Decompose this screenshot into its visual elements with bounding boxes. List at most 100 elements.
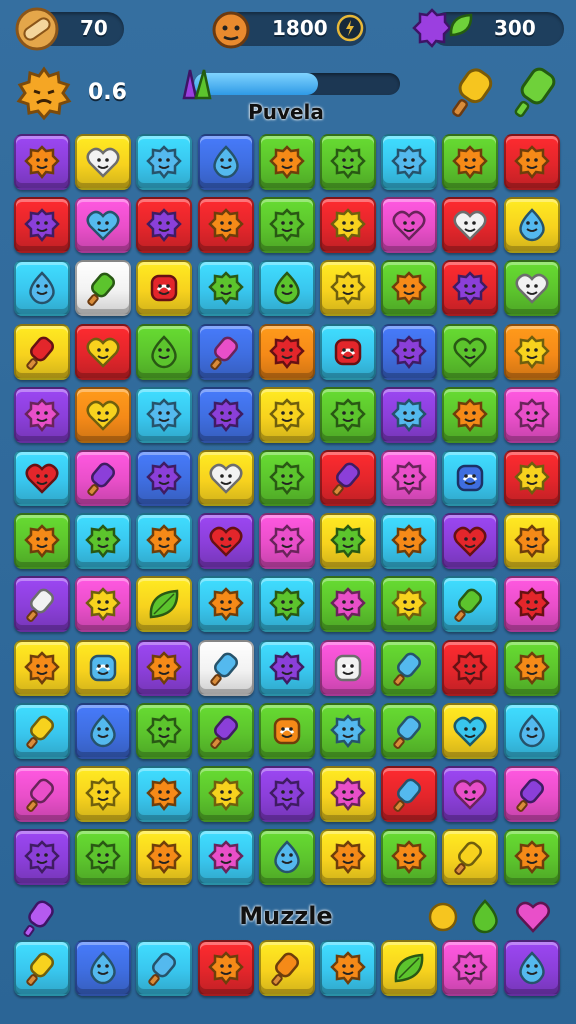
board-tile[interactable]	[504, 513, 560, 569]
board-tile[interactable]	[14, 387, 70, 443]
board-tile[interactable]	[320, 450, 376, 506]
board-tile-tray[interactable]	[381, 940, 437, 996]
board-tile[interactable]	[75, 513, 131, 569]
board-tile[interactable]	[504, 197, 560, 253]
board-tile[interactable]	[198, 640, 254, 696]
green-drop-icon[interactable]	[468, 898, 502, 934]
board-tile[interactable]	[14, 134, 70, 190]
board-tile-tray[interactable]	[259, 940, 315, 996]
board-tile[interactable]	[259, 324, 315, 380]
board-tile[interactable]	[14, 576, 70, 632]
board-tile-tray[interactable]	[198, 940, 254, 996]
board-tile[interactable]	[198, 829, 254, 885]
board-tile-tray[interactable]	[136, 940, 192, 996]
board-tile[interactable]	[381, 324, 437, 380]
board-tile-tray[interactable]	[75, 940, 131, 996]
board-tile[interactable]	[442, 260, 498, 316]
board-tile[interactable]	[320, 324, 376, 380]
board-tile[interactable]	[198, 134, 254, 190]
board-tile[interactable]	[442, 640, 498, 696]
board-tile-tray[interactable]	[504, 940, 560, 996]
board-tile[interactable]	[442, 766, 498, 822]
board-tile[interactable]	[381, 766, 437, 822]
board-tile[interactable]	[75, 766, 131, 822]
board-tile[interactable]	[259, 197, 315, 253]
board-tile[interactable]	[75, 197, 131, 253]
board-tile-tray[interactable]	[442, 940, 498, 996]
board-tile[interactable]	[198, 576, 254, 632]
board-tile[interactable]	[198, 324, 254, 380]
board-tile[interactable]	[136, 513, 192, 569]
board-tile[interactable]	[136, 829, 192, 885]
board-tile[interactable]	[198, 387, 254, 443]
board-tile[interactable]	[14, 197, 70, 253]
board-tile[interactable]	[320, 703, 376, 759]
board-tile[interactable]	[504, 576, 560, 632]
board-tile[interactable]	[442, 450, 498, 506]
board-tile[interactable]	[136, 576, 192, 632]
board-tile[interactable]	[14, 766, 70, 822]
board-tile[interactable]	[259, 260, 315, 316]
board-tile[interactable]	[75, 640, 131, 696]
board-tile[interactable]	[75, 134, 131, 190]
board-tile-tray[interactable]	[320, 940, 376, 996]
board-tile[interactable]	[259, 829, 315, 885]
board-tile[interactable]	[198, 766, 254, 822]
board-tile[interactable]	[259, 134, 315, 190]
board-tile[interactable]	[504, 260, 560, 316]
board-tile[interactable]	[320, 766, 376, 822]
board-tile[interactable]	[136, 197, 192, 253]
board-tile[interactable]	[14, 450, 70, 506]
board-tile[interactable]	[14, 703, 70, 759]
board-tile[interactable]	[259, 387, 315, 443]
board-tile[interactable]	[198, 260, 254, 316]
board-tile[interactable]	[320, 260, 376, 316]
board-tile[interactable]	[320, 134, 376, 190]
board-tile[interactable]	[75, 829, 131, 885]
board-tile[interactable]	[75, 576, 131, 632]
board-tile[interactable]	[504, 766, 560, 822]
board-tile[interactable]	[136, 703, 192, 759]
board-tile[interactable]	[136, 134, 192, 190]
board-tile[interactable]	[504, 829, 560, 885]
board-tile[interactable]	[259, 513, 315, 569]
board-tile[interactable]	[442, 513, 498, 569]
board-tile[interactable]	[75, 450, 131, 506]
board-tile[interactable]	[381, 576, 437, 632]
board-tile[interactable]	[136, 260, 192, 316]
board-tile[interactable]	[75, 260, 131, 316]
board-tile[interactable]	[381, 197, 437, 253]
board-tile[interactable]	[442, 576, 498, 632]
board-tile[interactable]	[504, 134, 560, 190]
board-tile[interactable]	[14, 513, 70, 569]
board-tile[interactable]	[320, 387, 376, 443]
board-tile[interactable]	[504, 640, 560, 696]
board-tile[interactable]	[381, 703, 437, 759]
board-tile[interactable]	[136, 387, 192, 443]
board-tile[interactable]	[198, 450, 254, 506]
board-tile[interactable]	[442, 324, 498, 380]
board-tile[interactable]	[75, 387, 131, 443]
board-tile[interactable]	[381, 260, 437, 316]
board-tile[interactable]	[259, 450, 315, 506]
board-tile[interactable]	[14, 640, 70, 696]
board-tile[interactable]	[259, 766, 315, 822]
board-tile[interactable]	[259, 703, 315, 759]
board-tile[interactable]	[381, 450, 437, 506]
bolt-icon[interactable]	[336, 14, 364, 42]
board-tile[interactable]	[259, 576, 315, 632]
popsicle-icon[interactable]	[450, 66, 498, 118]
board-tile[interactable]	[381, 640, 437, 696]
board-tile[interactable]	[442, 703, 498, 759]
board-tile[interactable]	[504, 703, 560, 759]
board-tile[interactable]	[14, 260, 70, 316]
board-tile[interactable]	[442, 387, 498, 443]
green-popsicle-icon[interactable]	[512, 66, 562, 120]
board-tile[interactable]	[259, 640, 315, 696]
board-tile[interactable]	[198, 197, 254, 253]
board-tile[interactable]	[320, 829, 376, 885]
board-tile[interactable]	[136, 766, 192, 822]
board-tile[interactable]	[320, 640, 376, 696]
purple-popsicle-icon[interactable]	[20, 898, 60, 938]
orange-candy-icon[interactable]	[426, 900, 460, 934]
